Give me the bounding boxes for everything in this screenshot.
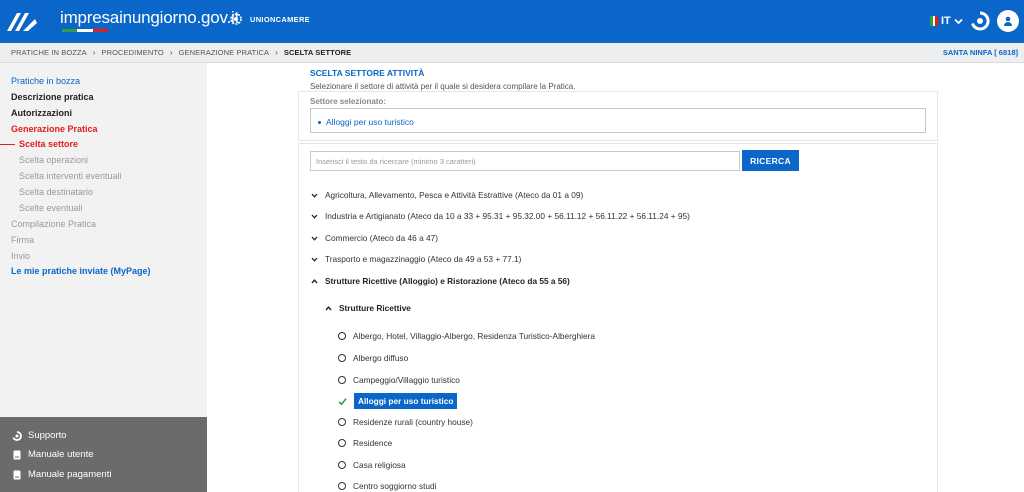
italian-stripe: [62, 29, 108, 32]
breadcrumb: PRATICHE IN BOZZA › PROCEDIMENTO › GENER…: [11, 48, 351, 57]
option-residence[interactable]: Residence: [338, 438, 392, 448]
page-subtitle: Selezionare il settore di attività per i…: [310, 82, 576, 91]
chevron-down-icon: [311, 236, 318, 241]
search-button[interactable]: RICERCA: [742, 150, 799, 171]
support-label: Supporto: [28, 430, 67, 441]
selected-sector-item[interactable]: Alloggi per uso turistico: [318, 117, 414, 127]
sidebar-item-scelta-settore[interactable]: Scelta settore: [19, 139, 78, 150]
chevron-down-icon: [311, 214, 318, 219]
language-selector[interactable]: IT: [930, 15, 963, 27]
sector-commercio[interactable]: Commercio (Ateco da 46 a 47): [311, 233, 438, 243]
unioncamere-gear-icon: [230, 13, 242, 25]
search-input[interactable]: [310, 151, 740, 171]
chevron-up-icon: [311, 278, 318, 283]
option-residenze-rurali[interactable]: Residenze rurali (country house): [338, 417, 473, 427]
sidebar-item-scelta-operazioni: Scelta operazioni: [19, 155, 89, 165]
subsector-label: Strutture Ricettive: [339, 303, 411, 313]
sector-industria[interactable]: Industria e Artigianato (Ateco da 10 a 3…: [311, 211, 690, 221]
sidebar-item-compilazione: Compilazione Pratica: [11, 219, 97, 229]
sector-label: Agricoltura, Allevamento, Pesca e Attivi…: [325, 190, 584, 200]
breadcrumb-separator: ›: [169, 48, 173, 57]
breadcrumb-separator: ›: [275, 48, 278, 57]
radio-icon: [338, 354, 346, 362]
bullet-icon: [318, 120, 321, 124]
sidebar-item-firma: Firma: [11, 235, 34, 245]
municipality-label: SANTA NINFA [ 6818]: [942, 48, 1018, 57]
logo-icon[interactable]: [0, 0, 44, 43]
top-header: impresainungiorno.gov.it UNIONCAMERE IT: [0, 0, 1024, 43]
breadcrumb-item[interactable]: GENERAZIONE PRATICA: [179, 48, 270, 57]
user-manual-link[interactable]: Manuale utente: [12, 449, 94, 460]
option-label: Campeggio/Villaggio turistico: [353, 375, 460, 385]
chevron-down-icon: [311, 193, 318, 198]
breadcrumb-item[interactable]: PROCEDIMENTO: [102, 48, 164, 57]
sector-label: Strutture Ricettive (Alloggio) e Ristora…: [325, 276, 570, 286]
sector-label: Commercio (Ateco da 46 a 47): [325, 233, 438, 243]
book-icon: [13, 450, 21, 459]
option-label: Alloggi per uso turistico: [354, 393, 458, 409]
breadcrumb-current: SCELTA SETTORE: [283, 48, 352, 57]
active-indicator: [0, 144, 15, 145]
chevron-down-icon: [954, 18, 963, 24]
support-icon: [12, 430, 22, 441]
user-manual-label: Manuale utente: [28, 449, 94, 460]
selected-sector-label: Settore selezionato:: [310, 97, 387, 106]
sector-strutture-ricettive[interactable]: Strutture Ricettive (Alloggio) e Ristora…: [311, 276, 570, 286]
option-campeggio[interactable]: Campeggio/Villaggio turistico: [338, 375, 460, 385]
sidebar-item-invio: Invio: [11, 251, 31, 261]
page-title: SCELTA SETTORE ATTIVITÀ: [310, 68, 425, 78]
sidebar-item-generazione[interactable]: Generazione Pratica: [11, 124, 98, 135]
unioncamere-label: UNIONCAMERE: [250, 14, 310, 24]
sidebar-item-pratiche-bozza[interactable]: Pratiche in bozza: [11, 76, 80, 87]
sidebar-item-scelta-interventi: Scelta interventi eventuali: [19, 171, 122, 181]
option-albergo-diffuso[interactable]: Albergo diffuso: [338, 353, 408, 363]
breadcrumb-bar: PRATICHE IN BOZZA › PROCEDIMENTO › GENER…: [0, 43, 1024, 63]
breadcrumb-item[interactable]: PRATICHE IN BOZZA: [11, 48, 87, 57]
option-centro-soggiorno-studi[interactable]: Centro soggiorno studi: [338, 481, 436, 491]
option-label: Casa religiosa: [353, 460, 406, 470]
sidebar-item-descrizione[interactable]: Descrizione pratica: [11, 92, 94, 103]
unioncamere-link[interactable]: UNIONCAMERE: [228, 11, 310, 27]
language-label: IT: [941, 15, 951, 27]
option-albergo-hotel[interactable]: Albergo, Hotel, Villaggio-Albergo, Resid…: [338, 331, 595, 341]
option-label: Albergo diffuso: [353, 353, 409, 363]
chevron-up-icon: [325, 305, 332, 310]
option-casa-religiosa[interactable]: Casa religiosa: [338, 460, 406, 470]
sector-label: Industria e Artigianato (Ateco da 10 a 3…: [325, 211, 690, 221]
radio-icon: [338, 461, 346, 469]
chevron-down-icon: [311, 257, 318, 262]
brand-title[interactable]: impresainungiorno.gov.it: [60, 8, 239, 28]
user-icon: [1004, 16, 1012, 26]
user-avatar[interactable]: [997, 10, 1019, 32]
sector-trasporto[interactable]: Trasporto e magazzinaggio (Ateco da 49 a…: [311, 254, 521, 264]
sidebar-item-autorizzazioni[interactable]: Autorizzazioni: [11, 108, 72, 119]
breadcrumb-separator: ›: [92, 48, 96, 57]
book-icon: [13, 470, 21, 479]
option-label: Residence: [353, 438, 393, 448]
radio-icon: [338, 332, 346, 340]
support-icon[interactable]: [969, 10, 991, 32]
support-link[interactable]: Supporto: [12, 430, 67, 441]
italy-flag-icon: [930, 16, 939, 26]
option-label: Centro soggiorno studi: [353, 481, 437, 491]
option-label: Albergo, Hotel, Villaggio-Albergo, Resid…: [353, 331, 595, 341]
sidebar-item-scelte-eventuali: Scelte eventuali: [19, 203, 83, 213]
payment-manual-link[interactable]: Manuale pagamenti: [12, 469, 111, 480]
selected-sector-value: Alloggi per uso turistico: [326, 117, 414, 127]
option-alloggi-uso-turistico[interactable]: Alloggi per uso turistico: [338, 393, 458, 409]
payment-manual-label: Manuale pagamenti: [28, 469, 112, 480]
check-icon: [338, 397, 347, 405]
option-label: Residenze rurali (country house): [353, 417, 473, 427]
subsector-strutture-ricettive[interactable]: Strutture Ricettive: [325, 303, 411, 313]
radio-icon: [338, 376, 346, 384]
radio-icon: [338, 482, 346, 490]
sector-label: Trasporto e magazzinaggio (Ateco da 49 a…: [325, 254, 522, 264]
radio-icon: [338, 418, 346, 426]
radio-icon: [338, 439, 346, 447]
sector-agricoltura[interactable]: Agricoltura, Allevamento, Pesca e Attivi…: [311, 190, 583, 200]
sidebar-item-scelta-destinatario: Scelta destinatario: [19, 187, 94, 197]
sidebar-item-mypage[interactable]: Le mie pratiche inviate (MyPage): [11, 266, 151, 277]
